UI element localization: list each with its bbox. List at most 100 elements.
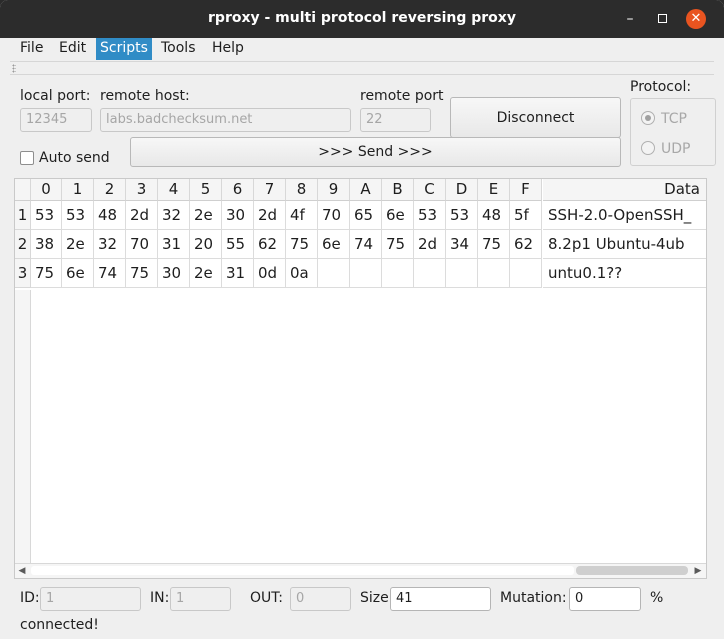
close-button[interactable]: ✕: [686, 9, 706, 29]
hex-cell[interactable]: 75: [31, 259, 62, 288]
remote-host-input[interactable]: labs.badchecksum.net: [100, 108, 351, 132]
hex-cell[interactable]: 48: [94, 201, 126, 230]
hex-cell[interactable]: 53: [31, 201, 62, 230]
column-header[interactable]: 1: [62, 179, 94, 201]
hex-cell[interactable]: 4f: [286, 201, 318, 230]
hex-cell[interactable]: 62: [510, 230, 542, 259]
menu-help[interactable]: Help: [208, 38, 248, 60]
data-cell[interactable]: untu0.1??: [543, 259, 706, 288]
hex-cell[interactable]: 2e: [190, 259, 222, 288]
minimize-button[interactable]: –: [620, 9, 640, 29]
column-header[interactable]: E: [478, 179, 510, 201]
scroll-right-icon[interactable]: ▶: [691, 564, 705, 578]
row-header[interactable]: 3: [15, 259, 31, 288]
data-column-header[interactable]: Data: [543, 179, 706, 201]
menu-scripts[interactable]: Scripts: [96, 38, 152, 60]
menu-tools[interactable]: Tools: [157, 38, 200, 60]
hex-cell[interactable]: [318, 259, 350, 288]
hex-cell[interactable]: 75: [126, 259, 158, 288]
hex-cell[interactable]: 65: [350, 201, 382, 230]
mutation-input[interactable]: 0: [569, 587, 641, 611]
hex-cell[interactable]: 0a: [286, 259, 318, 288]
hex-cell[interactable]: 38: [31, 230, 62, 259]
hex-cell[interactable]: 6e: [382, 201, 414, 230]
hex-cell[interactable]: 53: [446, 201, 478, 230]
column-header[interactable]: 0: [31, 179, 62, 201]
hex-cell[interactable]: 55: [222, 230, 254, 259]
menu-edit[interactable]: Edit: [55, 38, 90, 60]
hex-cell[interactable]: [350, 259, 382, 288]
horizontal-scrollbar[interactable]: ◀ ▶: [15, 563, 706, 578]
hex-cell[interactable]: 53: [62, 201, 94, 230]
hex-cell[interactable]: [510, 259, 542, 288]
scroll-track[interactable]: [31, 566, 574, 575]
hex-cell[interactable]: [382, 259, 414, 288]
column-header[interactable]: 9: [318, 179, 350, 201]
hex-cell[interactable]: 48: [478, 201, 510, 230]
hex-cell[interactable]: [446, 259, 478, 288]
scroll-thumb[interactable]: [576, 566, 688, 575]
hex-table: 0123456789ABCDEF Data 1 53 53 48 2d 32 2e 30 2d 4…: [14, 178, 707, 579]
column-header[interactable]: 5: [190, 179, 222, 201]
column-header[interactable]: 2: [94, 179, 126, 201]
column-header[interactable]: A: [350, 179, 382, 201]
row-header-area: [15, 290, 31, 564]
hex-cell[interactable]: 6e: [62, 259, 94, 288]
hex-cell[interactable]: 2d: [414, 230, 446, 259]
hex-cell[interactable]: 74: [350, 230, 382, 259]
row-header[interactable]: 1: [15, 201, 31, 230]
hex-cell[interactable]: [414, 259, 446, 288]
column-header[interactable]: D: [446, 179, 478, 201]
column-header[interactable]: B: [382, 179, 414, 201]
hex-cell[interactable]: [478, 259, 510, 288]
column-header[interactable]: 4: [158, 179, 190, 201]
hex-cell[interactable]: 32: [158, 201, 190, 230]
hex-cell[interactable]: 2d: [254, 201, 286, 230]
scroll-left-icon[interactable]: ◀: [15, 564, 29, 578]
protocol-option-tcp[interactable]: TCP: [641, 111, 687, 127]
column-header[interactable]: 7: [254, 179, 286, 201]
local-port-input[interactable]: 12345: [20, 108, 92, 132]
in-input[interactable]: 1: [170, 587, 231, 611]
maximize-button[interactable]: [652, 9, 672, 29]
hex-cell[interactable]: 30: [158, 259, 190, 288]
hex-cell[interactable]: 2e: [62, 230, 94, 259]
data-cell[interactable]: SSH-2.0-OpenSSH_: [543, 201, 706, 230]
hex-cell[interactable]: 2d: [126, 201, 158, 230]
disconnect-button[interactable]: Disconnect: [450, 97, 621, 138]
hex-cell[interactable]: 62: [254, 230, 286, 259]
hex-cell[interactable]: 75: [382, 230, 414, 259]
send-button[interactable]: >>> Send >>>: [130, 137, 621, 167]
protocol-option-udp[interactable]: UDP: [641, 141, 690, 157]
size-input[interactable]: 41: [390, 587, 491, 611]
column-header[interactable]: F: [510, 179, 542, 201]
hex-cell[interactable]: 31: [222, 259, 254, 288]
menu-file[interactable]: File: [16, 38, 47, 60]
hex-cell[interactable]: 32: [94, 230, 126, 259]
row-header[interactable]: 2: [15, 230, 31, 259]
hex-cell[interactable]: 31: [158, 230, 190, 259]
hex-cell[interactable]: 0d: [254, 259, 286, 288]
hex-cell[interactable]: 2e: [190, 201, 222, 230]
column-header[interactable]: C: [414, 179, 446, 201]
column-header[interactable]: 6: [222, 179, 254, 201]
toolbar-grip-icon[interactable]: [12, 64, 16, 73]
hex-cell[interactable]: 5f: [510, 201, 542, 230]
hex-cell[interactable]: 20: [190, 230, 222, 259]
remote-port-input[interactable]: 22: [360, 108, 431, 132]
id-input[interactable]: 1: [40, 587, 141, 611]
hex-cell[interactable]: 74: [94, 259, 126, 288]
hex-cell[interactable]: 75: [478, 230, 510, 259]
data-cell[interactable]: 8.2p1 Ubuntu-4ub: [543, 230, 706, 259]
hex-cell[interactable]: 70: [126, 230, 158, 259]
column-header[interactable]: 3: [126, 179, 158, 201]
hex-cell[interactable]: 75: [286, 230, 318, 259]
hex-cell[interactable]: 53: [414, 201, 446, 230]
column-header[interactable]: 8: [286, 179, 318, 201]
hex-cell[interactable]: 30: [222, 201, 254, 230]
out-input[interactable]: 0: [290, 587, 351, 611]
hex-cell[interactable]: 70: [318, 201, 350, 230]
hex-cell[interactable]: 34: [446, 230, 478, 259]
hex-cell[interactable]: 6e: [318, 230, 350, 259]
auto-send-checkbox[interactable]: [20, 151, 34, 165]
